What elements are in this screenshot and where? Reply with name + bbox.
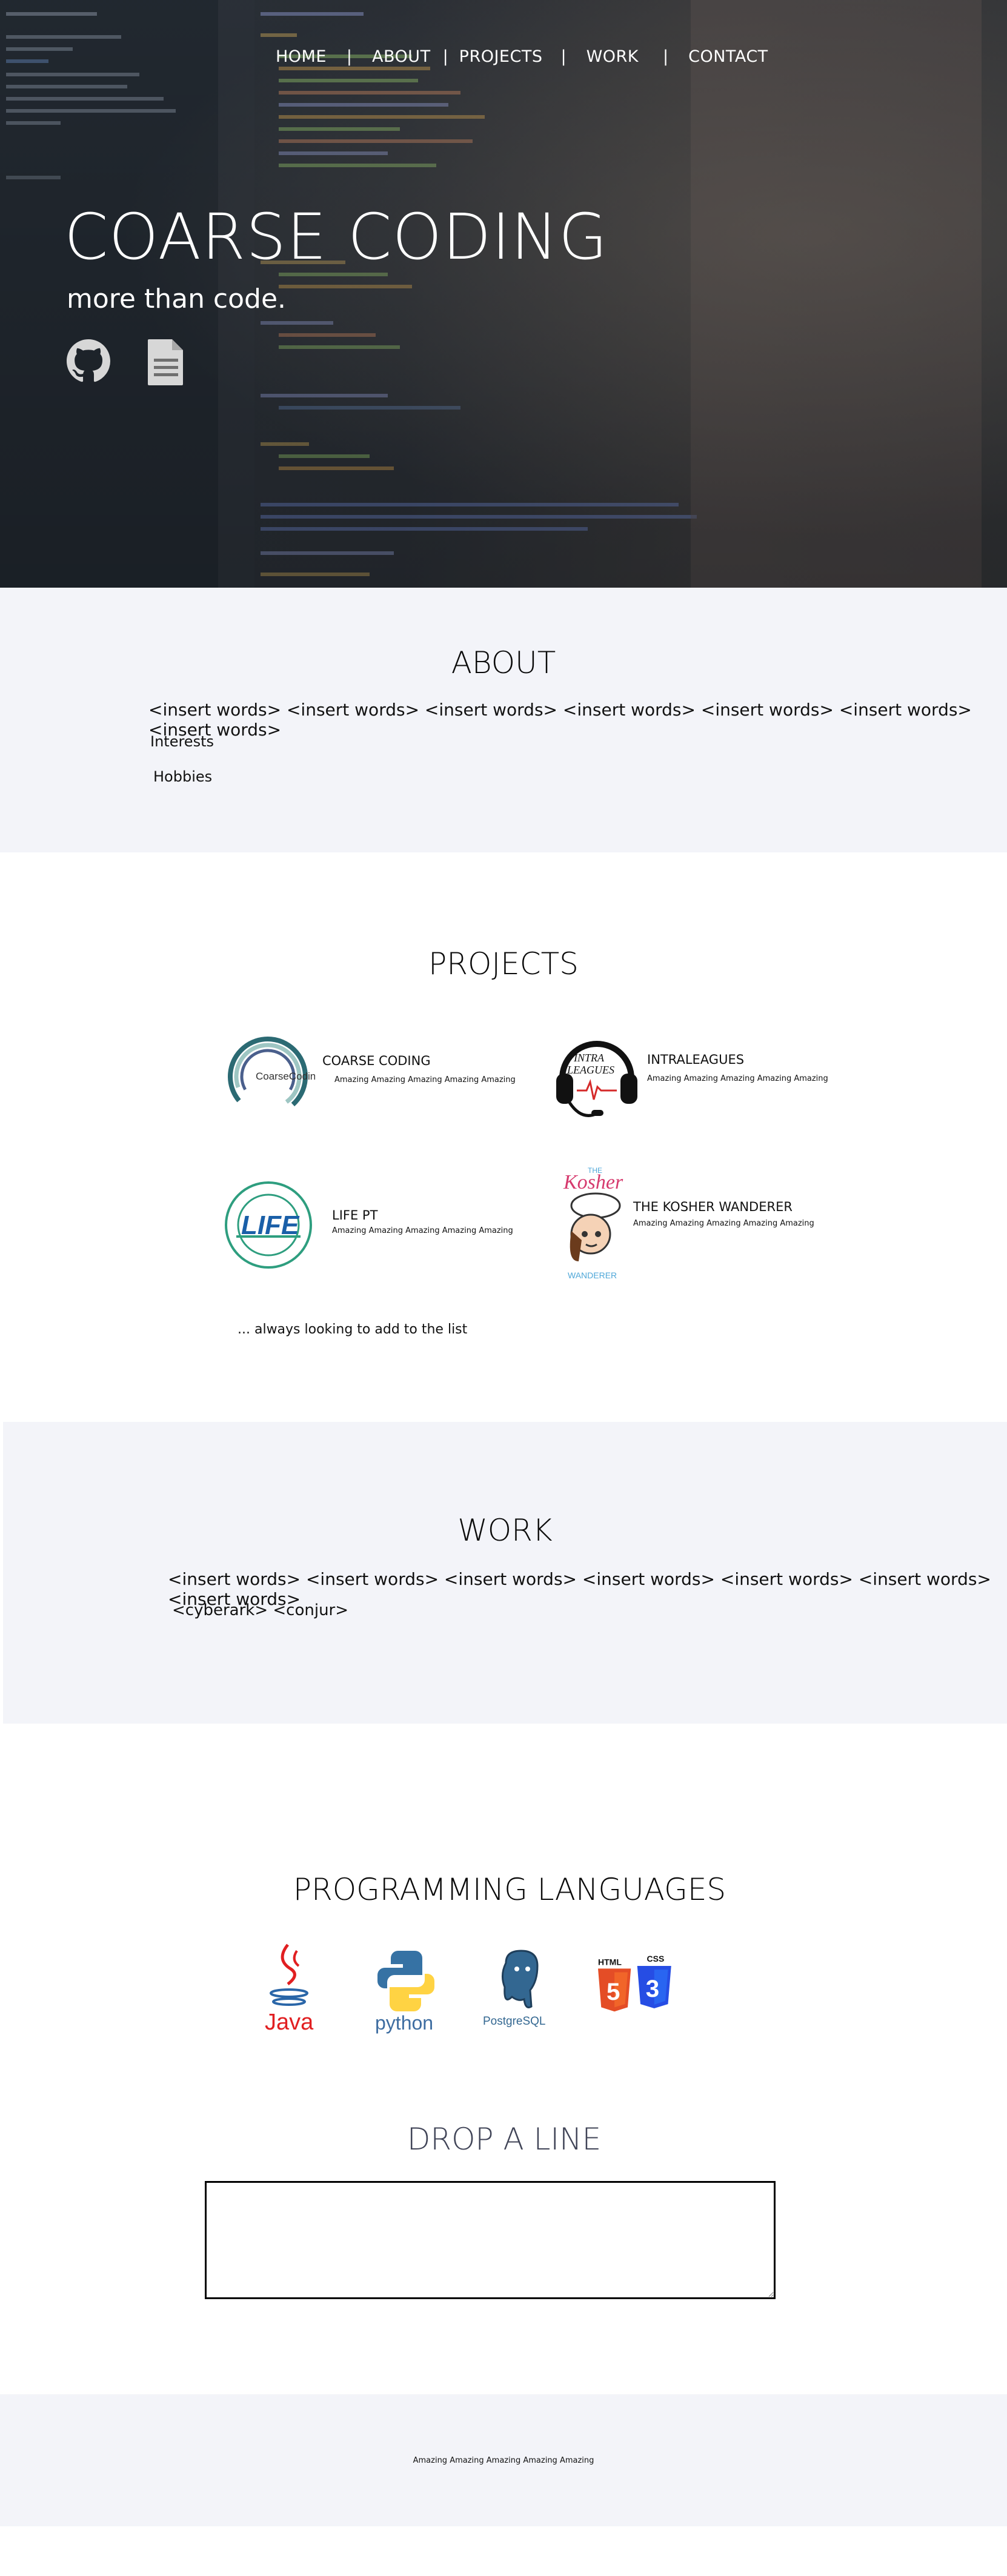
message-input[interactable] <box>205 2181 776 2299</box>
svg-text:python: python <box>375 2012 433 2034</box>
site-title: COARSE CODING <box>64 200 608 274</box>
about-section: ABOUT <insert words> <insert words> <ins… <box>0 588 1007 852</box>
intraleagues-logo-icon: INTRA LEAGUES <box>556 1041 637 1117</box>
languages-section: PROGRAMMING LANGUAGES Java python Postgr… <box>0 1724 1007 2103</box>
nav-separator: | <box>442 47 448 66</box>
project-name: COARSE CODING <box>322 1054 431 1068</box>
github-icon[interactable] <box>67 339 110 385</box>
page-footer: Amazing Amazing Amazing Amazing Amazing <box>0 2394 1007 2526</box>
svg-text:PostgreSQL: PostgreSQL <box>483 2015 546 2028</box>
work-heading: WORK <box>457 1513 553 1548</box>
kosher-wanderer-logo-icon: THE Kosher WANDERER <box>563 1166 623 1280</box>
work-section: WORK <insert words> <insert words> <inse… <box>3 1422 1007 1724</box>
languages-heading: PROGRAMMING LANGUAGES <box>293 1872 726 1907</box>
logo-text: Kosher <box>563 1171 623 1193</box>
html-css-icon: HTML 5 CSS 3 <box>598 1954 671 2012</box>
project-name: LIFE PT <box>332 1207 378 1223</box>
coarse-coding-logo-icon: CoarseCoding <box>227 1037 315 1117</box>
postgresql-icon: PostgreSQL <box>483 1950 546 2028</box>
interests-label: Interests <box>150 733 214 750</box>
work-companies: <cyberark> <conjur> <box>172 1601 349 1619</box>
nav-contact-link[interactable]: CONTACT <box>688 47 768 66</box>
projects-heading: PROJECTS <box>428 946 579 981</box>
svg-text:WANDERER: WANDERER <box>568 1270 617 1280</box>
project-card-intraleagues[interactable]: INTRA LEAGUES INTRALEAGUES Amazing Amazi… <box>551 1030 828 1121</box>
about-text: <insert words> <insert words> <insert wo… <box>148 700 972 740</box>
svg-text:HTML: HTML <box>598 1957 622 1967</box>
project-description: Amazing Amazing Amazing Amazing Amazing <box>332 1226 513 1235</box>
contact-heading: DROP A LINE <box>407 2122 602 2157</box>
languages-logo-row: Java python PostgreSQL HTML 5 CSS 3 <box>248 1939 679 2036</box>
nav-projects-link[interactable]: PROJECTS <box>459 47 543 66</box>
project-card-life-pt[interactable]: LIFE LIFE PT Amazing Amazing Amazing Ama… <box>223 1180 513 1270</box>
hobbies-label: Hobbies <box>153 768 213 785</box>
footer-text: Amazing Amazing Amazing Amazing Amazing <box>413 2456 594 2465</box>
nav-separator: | <box>663 47 669 66</box>
svg-text:3: 3 <box>646 1975 659 2002</box>
projects-footer-note: ... always looking to add to the list <box>238 1322 468 1337</box>
life-pt-logo-icon: LIFE <box>225 1181 312 1269</box>
nav-separator: | <box>560 47 567 66</box>
svg-text:LEAGUES: LEAGUES <box>567 1064 614 1076</box>
svg-text:Java: Java <box>265 2010 314 2035</box>
project-name: INTRALEAGUES <box>647 1052 745 1067</box>
logo-text: CoarseCoding <box>256 1071 315 1082</box>
site-tagline: more than code. <box>67 284 287 314</box>
project-card-coarse-coding[interactable]: CoarseCoding COARSE CODING Amazing Amazi… <box>224 1031 516 1122</box>
project-name: THE KOSHER WANDERER <box>633 1200 793 1214</box>
contact-section: DROP A LINE <box>0 2103 1007 2394</box>
projects-section: PROJECTS CoarseCoding COARSE CODING Amaz… <box>0 852 1007 1422</box>
project-description: Amazing Amazing Amazing Amazing Amazing <box>334 1075 516 1084</box>
java-icon: Java <box>265 1944 314 2035</box>
hero-social-links <box>67 339 191 385</box>
logo-text: INTRA <box>573 1052 605 1064</box>
nav-work-link[interactable]: WORK <box>587 47 639 66</box>
project-description: Amazing Amazing Amazing Amazing Amazing <box>647 1074 828 1083</box>
nav-separator: | <box>346 47 353 66</box>
svg-text:CSS: CSS <box>647 1954 665 1964</box>
document-icon[interactable] <box>148 339 191 385</box>
nav-home-link[interactable]: HOME <box>276 47 327 66</box>
about-heading: ABOUT <box>451 645 556 680</box>
hero-banner: HOME | ABOUT | PROJECTS | WORK | CONTACT… <box>0 0 1007 588</box>
svg-text:5: 5 <box>607 1978 620 2005</box>
nav-about-link[interactable]: ABOUT <box>372 47 431 66</box>
python-icon: python <box>375 1951 434 2034</box>
top-navigation: HOME | ABOUT | PROJECTS | WORK | CONTACT <box>276 47 768 66</box>
project-card-kosher-wanderer[interactable]: THE Kosher WANDERER THE KOSHER WANDERER … <box>554 1164 814 1283</box>
project-description: Amazing Amazing Amazing Amazing Amazing <box>633 1219 814 1228</box>
